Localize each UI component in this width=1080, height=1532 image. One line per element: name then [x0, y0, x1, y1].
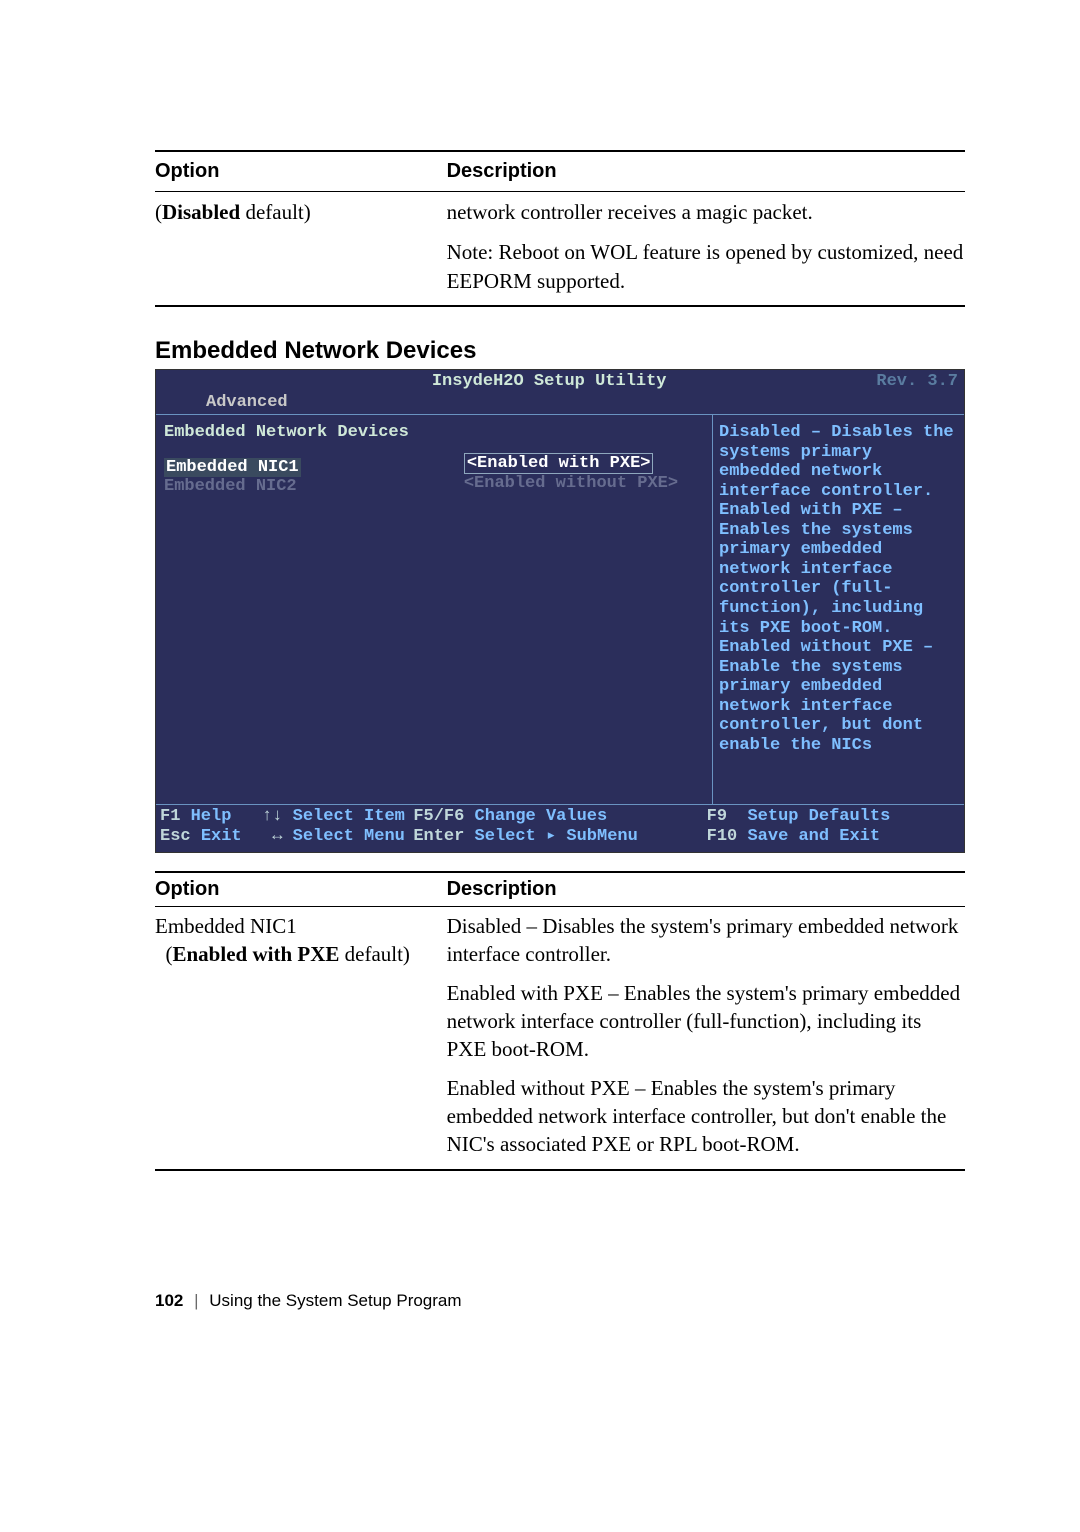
- bios-mid-pane: <Enabled with PXE> <Enabled without PXE>: [460, 415, 712, 804]
- footer-col3: F9 Setup Defaults F10 Save and Exit: [667, 807, 960, 848]
- lr-key: ↔: [272, 827, 282, 846]
- f1-key: F1: [160, 807, 180, 826]
- esc-key: Esc: [160, 827, 191, 846]
- td-desc2-1: Disabled – Disables the system's primary…: [447, 906, 965, 973]
- td-opt-2: Embedded NIC1 (Enabled with PXE default): [155, 906, 447, 973]
- embedded-nic1-label[interactable]: Embedded NIC1: [164, 458, 301, 477]
- bios-titlebar: InsydeH2O Setup Utility Rev. 3.7: [156, 370, 964, 393]
- embedded-nic2-label[interactable]: Embedded NIC2: [164, 477, 297, 496]
- bios-title: InsydeH2O Setup Utility: [222, 372, 876, 391]
- td-desc2-2: Enabled with PXE – Enables the system's …: [447, 974, 965, 1069]
- td-desc-1: network controller receives a magic pack…: [447, 192, 965, 233]
- opt-rest: default): [339, 942, 410, 966]
- th-option: Option: [155, 151, 447, 192]
- updown-key: ↑↓: [262, 807, 282, 826]
- lr-label: Select Menu: [293, 827, 405, 846]
- td-option: (Disabled default): [155, 192, 447, 233]
- bios-left-pane: Embedded Network Devices Embedded NIC1 E…: [156, 415, 460, 804]
- page-footer: 102 | Using the System Setup Program: [155, 1291, 965, 1311]
- td-desc2-3: Enabled without PXE – Enables the system…: [447, 1069, 965, 1170]
- footer-col2: F5/F6 Change Values Enter Select ▸ SubMe…: [413, 807, 666, 848]
- th-description: Description: [447, 151, 965, 192]
- f9-label: Setup Defaults: [747, 807, 890, 826]
- bios-left-heading: Embedded Network Devices: [164, 423, 452, 442]
- bios-rev: Rev. 3.7: [876, 372, 958, 391]
- footer-sep: |: [194, 1291, 198, 1310]
- f10-label: Save and Exit: [747, 827, 880, 846]
- option-table-bottom: Option Description Embedded NIC1 (Enable…: [155, 871, 965, 1171]
- th-option-2: Option: [155, 872, 447, 907]
- bios-footer: F1 Help ↑↓ Select Item Esc Exit ↔ Select…: [156, 804, 964, 852]
- option-table-top: Option Description (Disabled default) ne…: [155, 150, 965, 307]
- section-title: Embedded Network Devices: [155, 337, 965, 365]
- td-empty: [155, 232, 447, 306]
- disabled-bold: Disabled: [162, 200, 240, 224]
- updown-label: Select Item: [293, 807, 405, 826]
- f1-label: Help: [191, 807, 232, 826]
- f9-key: F9: [707, 807, 727, 826]
- bios-window: InsydeH2O Setup Utility Rev. 3.7 Advance…: [155, 369, 965, 853]
- footer-col1: F1 Help ↑↓ Select Item Esc Exit ↔ Select…: [160, 807, 413, 848]
- disabled-rest: default): [240, 200, 311, 224]
- f56-key: F5/F6: [413, 807, 464, 826]
- nic2-value[interactable]: <Enabled without PXE>: [464, 474, 678, 493]
- page-number: 102: [155, 1291, 183, 1310]
- bios-body: Embedded Network Devices Embedded NIC1 E…: [156, 414, 964, 804]
- chapter-title: Using the System Setup Program: [209, 1291, 461, 1310]
- opt-bold: Enabled with PXE: [173, 942, 340, 966]
- bios-help-pane: Disabled – Disables the systems primary …: [712, 415, 964, 804]
- enter-label: Select ▸ SubMenu: [475, 827, 638, 846]
- bios-tab-row: Advanced: [156, 393, 964, 414]
- tab-advanced[interactable]: Advanced: [206, 393, 288, 412]
- opt-line1: Embedded NIC1: [155, 914, 297, 938]
- enter-key: Enter: [413, 827, 464, 846]
- f56-label: Change Values: [475, 807, 608, 826]
- td-desc-2: Note: Reboot on WOL feature is opened by…: [447, 232, 965, 306]
- th-description-2: Description: [447, 872, 965, 907]
- nic1-value[interactable]: <Enabled with PXE>: [464, 453, 654, 474]
- f10-key: F10: [707, 827, 738, 846]
- esc-label: Exit: [201, 827, 242, 846]
